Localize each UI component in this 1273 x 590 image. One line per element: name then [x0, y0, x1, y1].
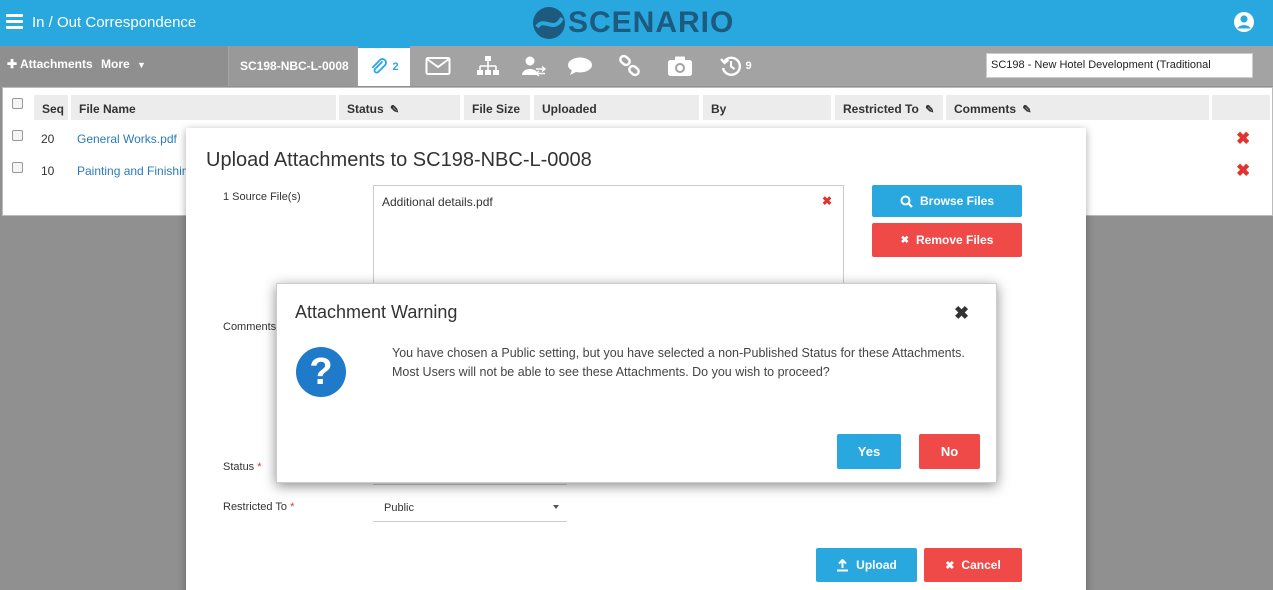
delete-row-icon[interactable]: ✖ — [1236, 161, 1250, 181]
record-reference-tab[interactable]: SC198-NBC-L-0008 — [229, 46, 357, 86]
restricted-to-select[interactable]: Public — [373, 495, 567, 522]
source-files-list[interactable]: Additional details.pdf ✖ — [373, 185, 844, 295]
app-title: In / Out Correspondence — [32, 14, 197, 31]
app-header: In / Out Correspondence SCENARIO — [0, 0, 1273, 46]
envelope-icon — [425, 57, 451, 75]
cancel-button[interactable]: ✖ Cancel — [924, 548, 1022, 582]
column-header-restricted-to[interactable]: Restricted To ✎ — [834, 94, 944, 121]
tab-mail[interactable] — [412, 46, 464, 86]
comments-label: Comments — [223, 321, 277, 333]
history-icon — [720, 56, 742, 76]
caret-down-icon — [553, 505, 559, 509]
close-icon[interactable]: ✖ — [954, 303, 969, 324]
close-icon: ✖ — [945, 559, 955, 572]
dialog-title: Upload Attachments to SC198-NBC-L-0008 — [206, 149, 592, 171]
upload-icon — [836, 558, 849, 572]
plus-icon: ✚ — [7, 57, 18, 71]
caret-down-icon: ▼ — [137, 60, 146, 70]
project-selector[interactable]: SC198 - New Hotel Development (Tradition… — [986, 53, 1253, 78]
search-icon — [900, 195, 913, 208]
attachments-count-badge: 2 — [392, 61, 399, 73]
record-toolbar: ✚ Attachments More ▼ SC198-NBC-L-0008 2 — [0, 46, 1273, 86]
close-icon: ✖ — [900, 234, 909, 246]
tab-workflow[interactable] — [462, 46, 514, 86]
column-header-seq[interactable]: Seq — [33, 94, 69, 121]
add-attachments-button[interactable]: ✚ Attachments — [7, 57, 93, 71]
camera-icon — [668, 56, 692, 76]
column-header-actions — [1211, 94, 1271, 121]
pencil-icon: ✎ — [390, 104, 400, 116]
menu-icon[interactable] — [6, 14, 23, 30]
row-file-link[interactable]: General Works.pdf — [77, 132, 177, 146]
brand-name: SCENARIO — [568, 6, 735, 39]
column-header-by[interactable]: By — [702, 94, 832, 121]
remove-file-icon[interactable]: ✖ — [822, 194, 832, 208]
upload-button[interactable]: Upload — [816, 548, 917, 582]
warning-message: You have chosen a Public setting, but yo… — [392, 346, 965, 379]
tab-history[interactable]: 9 — [710, 46, 762, 86]
row-seq: 10 — [41, 164, 55, 178]
remove-files-button[interactable]: ✖ Remove Files — [872, 223, 1022, 257]
tab-photos[interactable] — [654, 46, 706, 86]
history-count-badge: 9 — [745, 60, 752, 72]
tab-comments[interactable] — [554, 46, 606, 86]
column-header-comments[interactable]: Comments ✎ — [945, 94, 1210, 121]
no-button[interactable]: No — [919, 434, 980, 469]
speech-bubble-icon — [568, 57, 592, 75]
brand-logo: SCENARIO — [532, 6, 734, 40]
tab-transfer-user[interactable] — [508, 46, 560, 86]
yes-button[interactable]: Yes — [837, 434, 901, 469]
column-header-file-size[interactable]: File Size — [463, 94, 531, 121]
toolbar-actions: ✚ Attachments More ▼ — [0, 46, 228, 86]
user-transfer-icon — [522, 56, 547, 77]
warning-title: Attachment Warning — [295, 302, 458, 322]
pencil-icon: ✎ — [1022, 104, 1032, 116]
paperclip-icon — [372, 58, 388, 74]
pencil-icon: ✎ — [925, 104, 935, 116]
column-header-uploaded[interactable]: Uploaded — [533, 94, 700, 121]
column-header-file-name[interactable]: File Name — [70, 94, 337, 121]
row-file-link[interactable]: Painting and Finishin — [77, 164, 188, 178]
attachment-warning-dialog: Attachment Warning ✖ ? You have chosen a… — [276, 283, 997, 483]
restricted-to-label: Restricted To * — [223, 501, 295, 513]
more-menu-button[interactable]: More ▼ — [101, 57, 146, 71]
question-icon: ? — [296, 347, 346, 397]
browse-files-button[interactable]: Browse Files — [872, 185, 1022, 217]
user-account-icon[interactable] — [1233, 11, 1255, 33]
row-seq: 20 — [41, 132, 55, 146]
required-asterisk: * — [257, 461, 262, 473]
row-checkbox[interactable] — [12, 162, 23, 173]
status-label: Status * — [223, 461, 262, 473]
row-checkbox[interactable] — [12, 130, 23, 141]
delete-row-icon[interactable]: ✖ — [1236, 129, 1250, 149]
column-header-status[interactable]: Status ✎ — [338, 94, 461, 121]
source-file-item: Additional details.pdf — [382, 195, 493, 209]
source-files-label: 1 Source File(s) — [223, 191, 301, 203]
select-all-checkbox[interactable] — [12, 98, 23, 109]
tab-attachments[interactable]: 2 — [358, 46, 410, 86]
link-icon — [619, 55, 640, 77]
scenario-logo-icon — [533, 7, 565, 39]
tab-links[interactable] — [604, 46, 656, 86]
hierarchy-icon — [477, 56, 499, 75]
required-asterisk: * — [290, 501, 295, 513]
